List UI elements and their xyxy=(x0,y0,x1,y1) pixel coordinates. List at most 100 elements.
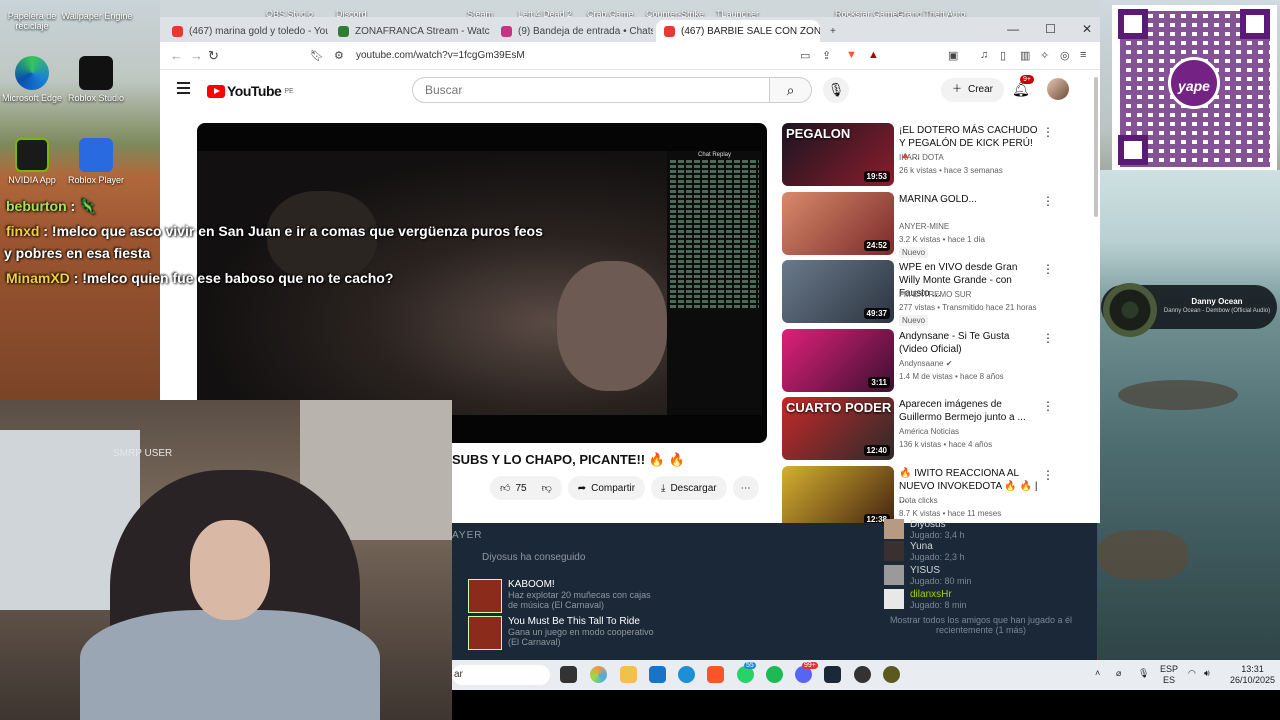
channel-name[interactable]: ANYER-MINE xyxy=(899,222,949,231)
new-tab-button[interactable]: + xyxy=(822,20,844,42)
brave-taskbar-icon[interactable] xyxy=(707,666,724,683)
bookmark-icon[interactable]: 🔖︎ xyxy=(310,49,324,62)
chevron-up-icon[interactable]: ˄ xyxy=(1095,668,1100,679)
minimize-icon[interactable]: — xyxy=(1007,22,1019,36)
tab-label: (467) marina gold y toledo - YouTube xyxy=(189,25,328,37)
more-actions-icon[interactable]: ⋯ xyxy=(732,476,759,500)
ai-icon[interactable]: ✧ xyxy=(1040,49,1049,62)
network-icon[interactable]: ⌀ xyxy=(1116,668,1121,679)
roblox-player-icon[interactable]: Roblox Player xyxy=(59,138,133,185)
friend-item[interactable]: Yuna Jugado: 2,3 h xyxy=(884,541,965,562)
video-thumbnail[interactable]: 24:52 xyxy=(782,191,894,255)
friend-item[interactable]: Diyosus Jugado: 3,4 h xyxy=(884,519,965,540)
recommendation-item[interactable]: 49:37 WPE en VIVO desde Gran Willy Monte … xyxy=(782,260,1092,329)
tab-zonafranca[interactable]: ZONAFRANCA Stream - Watch Live xyxy=(330,20,490,42)
video-thumbnail[interactable]: 12:38 xyxy=(782,465,894,523)
channel-name[interactable]: FM EXTREMO SUR xyxy=(899,290,971,299)
channel-name[interactable]: IKARI DOTA xyxy=(899,153,944,162)
reload-icon[interactable]: ↻ xyxy=(208,48,219,64)
recommendation-item[interactable]: 12:38 🔥 IWITO REACCIONA AL NUEVO INVOKEDO… xyxy=(782,465,1092,523)
url-field[interactable]: youtube.com/watch?v=1fcgGm39EsM xyxy=(356,50,525,61)
tab-instagram[interactable]: (9) Bandeja de entrada • Chats xyxy=(493,20,653,42)
wifi-icon[interactable]: ◠ xyxy=(1188,668,1196,679)
spotify-icon[interactable] xyxy=(766,666,783,683)
roblox-studio-icon[interactable]: Roblox Studio xyxy=(59,56,133,103)
thumbs-down-icon[interactable]: 👎︎ xyxy=(542,482,552,494)
video-thumbnail[interactable]: 3:11 xyxy=(782,328,894,392)
recycle-bin-icon[interactable]: Papelera de reciclaje xyxy=(0,2,69,31)
close-window-icon[interactable]: ✕ xyxy=(1082,22,1092,36)
wallpaper-engine-icon[interactable]: Wallpaper Engine xyxy=(60,2,134,21)
volume-icon[interactable]: 🔊︎ xyxy=(1204,668,1210,679)
achievement-name: KABOOM! xyxy=(508,579,555,590)
brave-shield-icon[interactable]: ▼ xyxy=(846,49,857,61)
back-icon[interactable]: ← xyxy=(170,48,183,63)
channel-name[interactable]: Andynsaane ✔ xyxy=(899,359,952,368)
video-thumbnail[interactable]: 49:37 xyxy=(782,260,894,323)
youtube-logo[interactable]: YouTube PE xyxy=(207,83,294,99)
more-vert-icon[interactable]: ⋮ xyxy=(1042,331,1054,345)
more-vert-icon[interactable]: ⋮ xyxy=(1042,468,1054,482)
friends-note[interactable]: Mostrar todos los amigos que han jugado … xyxy=(886,615,1076,635)
more-vert-icon[interactable]: ⋮ xyxy=(1042,399,1054,413)
activity-user[interactable]: Diyosus xyxy=(482,552,518,563)
copilot-icon[interactable] xyxy=(590,666,607,683)
scrollbar[interactable] xyxy=(1094,77,1098,217)
tab-youtube-1[interactable]: (467) marina gold y toledo - YouTube xyxy=(164,20,328,42)
maximize-icon[interactable]: ☐ xyxy=(1045,22,1056,36)
forward-icon[interactable]: → xyxy=(190,48,203,63)
clock[interactable]: 13:31 26/10/2025 xyxy=(1230,664,1275,686)
microphone-icon[interactable]: 🎙︎ xyxy=(823,77,849,103)
friend-item[interactable]: dilanxsHr Jugado: 8 min xyxy=(884,589,967,610)
brave-rewards-icon[interactable]: ▲ xyxy=(868,49,879,61)
taskbar-search-input[interactable]: ar xyxy=(452,665,550,685)
edge-taskbar-icon[interactable] xyxy=(678,666,695,683)
steam-icon[interactable] xyxy=(824,666,841,683)
cast-icon[interactable]: ▭ xyxy=(800,49,810,62)
channel-name[interactable]: Dota clicks xyxy=(899,496,938,505)
recommendation-title[interactable]: Andynsane - Si Te Gusta (Video Oficial) xyxy=(899,330,1039,356)
channel-name[interactable]: América Noticias xyxy=(899,427,959,436)
file-explorer-icon[interactable] xyxy=(620,666,637,683)
recommendation-item[interactable]: 3:11 Andynsane - Si Te Gusta (Video Ofici… xyxy=(782,328,1092,398)
recommendation-title[interactable]: Aparecen imágenes de Guillermo Bermejo j… xyxy=(899,398,1039,424)
music-icon[interactable]: ♫ xyxy=(980,49,988,61)
video-thumbnail[interactable]: CUARTO PODER 12:40 xyxy=(782,397,894,460)
avatar[interactable] xyxy=(1047,78,1069,100)
menu-icon[interactable]: ≡ xyxy=(1080,49,1086,61)
hamburger-menu-icon[interactable] xyxy=(177,82,190,97)
desktop-icon-label: Microsoft Edge xyxy=(1,93,63,103)
friend-playtime: Jugado: 80 min xyxy=(910,576,972,586)
share-button[interactable]: ➦ Compartir xyxy=(567,476,646,500)
recommendation-item[interactable]: CUARTO PODER 12:40 Aparecen imágenes de Gu… xyxy=(782,397,1092,466)
more-vert-icon[interactable]: ⋮ xyxy=(1042,125,1054,139)
more-vert-icon[interactable]: ⋮ xyxy=(1042,262,1054,276)
search-input[interactable]: Buscar xyxy=(412,77,770,103)
share-icon[interactable]: ⇪ xyxy=(822,49,831,62)
leo-icon[interactable]: ▣ xyxy=(948,49,958,62)
microphone-tray-icon[interactable]: 🎙︎ xyxy=(1138,668,1149,679)
task-view-icon[interactable] xyxy=(560,666,577,683)
keyboard-layout: ES xyxy=(1163,675,1176,685)
video-thumbnail[interactable]: PEGALON 19:53 xyxy=(782,123,894,186)
download-button[interactable]: ⤓ Descargar xyxy=(651,476,727,500)
obs-icon[interactable] xyxy=(854,666,871,683)
create-button[interactable]: ＋ Crear xyxy=(941,78,1005,102)
store-icon[interactable] xyxy=(649,666,666,683)
friend-avatar xyxy=(884,541,904,561)
wallet-icon[interactable]: ▯ xyxy=(1000,49,1006,62)
chat-line xyxy=(670,260,759,263)
app-icon[interactable] xyxy=(883,666,900,683)
friend-item[interactable]: YISUS Jugado: 80 min xyxy=(884,565,972,586)
language-indicator[interactable]: ESP ES xyxy=(1160,664,1178,686)
tab-youtube-active[interactable]: (467) BARBIE SALE CON ZONA F ✕ xyxy=(656,20,820,42)
site-info-icon[interactable]: ⚙︎ xyxy=(334,49,344,62)
sidebar-icon[interactable]: ▥ xyxy=(1020,49,1030,62)
recommendation-title[interactable]: MARINA GOLD... xyxy=(899,193,1039,206)
search-icon[interactable]: ⌕ xyxy=(770,77,812,103)
more-vert-icon[interactable]: ⋮ xyxy=(1042,194,1054,208)
like-button[interactable]: 👍︎ 75 👎︎ xyxy=(490,476,562,500)
recommendation-item[interactable]: PEGALON 19:53 ¡EL DOTERO MÁS CACHUDO Y PEG… xyxy=(782,123,1092,192)
vpn-icon[interactable]: ◎ xyxy=(1060,49,1070,62)
recommendation-item[interactable]: 24:52 MARINA GOLD... ANYER-MINE 3.2 K vista… xyxy=(782,191,1092,261)
